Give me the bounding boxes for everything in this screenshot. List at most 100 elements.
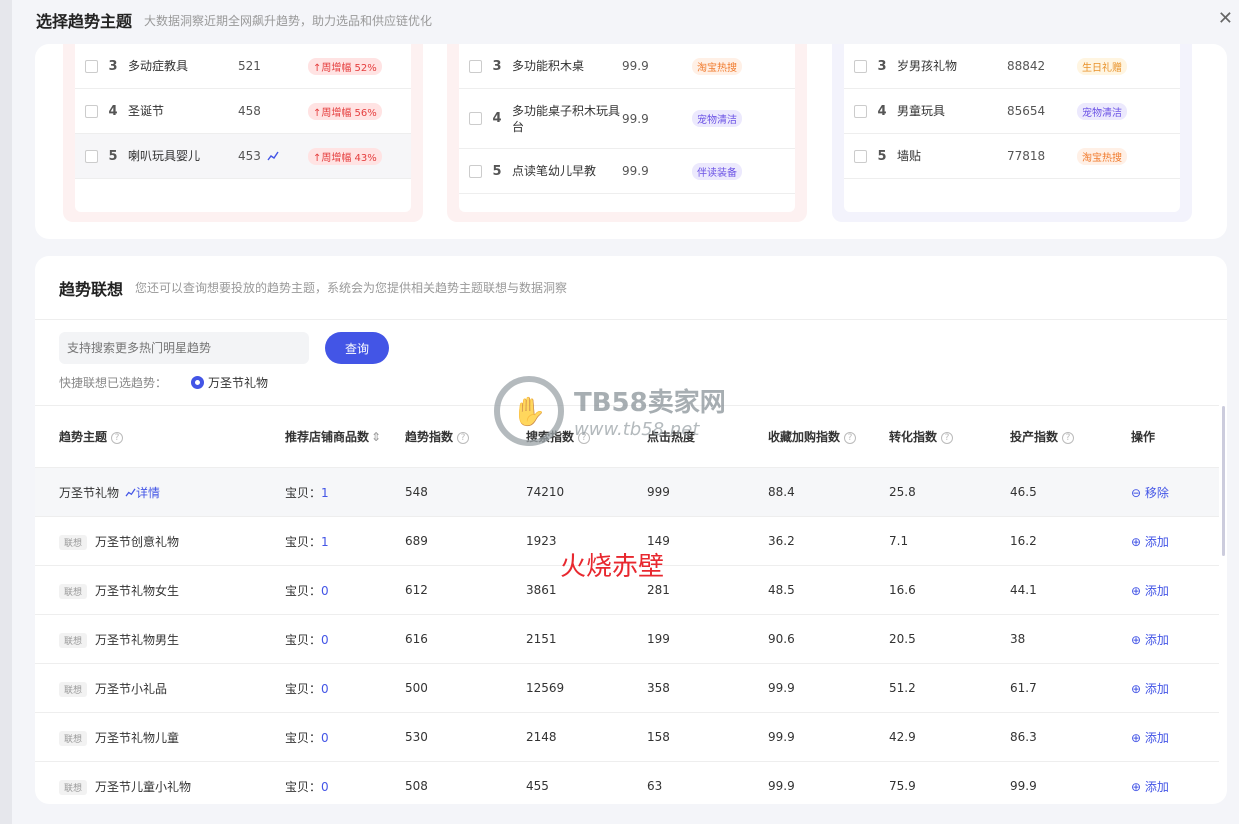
trend-value: 458 bbox=[238, 104, 261, 118]
trend-name: 多动症教具 bbox=[128, 59, 189, 73]
trend-value: 453 bbox=[238, 149, 308, 163]
search-index-cell: 74210 bbox=[526, 467, 647, 517]
add-button[interactable]: ⊕ 添加 bbox=[1131, 663, 1219, 713]
add-button[interactable]: ⊕ 添加 bbox=[1131, 614, 1219, 664]
close-icon[interactable]: ✕ bbox=[1218, 10, 1233, 28]
rank: 5 bbox=[108, 148, 118, 164]
roi-cell: 38 bbox=[1010, 614, 1131, 664]
list-item[interactable]: 5 墙贴 77818 淘宝热搜 bbox=[844, 134, 1180, 179]
list-item[interactable]: 4 男童玩具 85654 宠物清洁 bbox=[844, 89, 1180, 134]
row-checkbox[interactable] bbox=[469, 164, 482, 178]
search-input[interactable] bbox=[59, 332, 309, 364]
select-trend-modal: 选择趋势主题 大数据洞察近期全网飙升趋势，助力选品和供应链优化 ✕ 3 多动症教… bbox=[12, 0, 1239, 824]
items-cell: 宝贝：1 bbox=[285, 516, 405, 566]
search-bar: 查询 bbox=[35, 320, 1227, 364]
trend-name: 多功能桌子积木玩具台 bbox=[512, 103, 621, 134]
help-icon[interactable]: ? bbox=[578, 431, 591, 444]
table-row: 联想 万圣节礼物儿童 宝贝：0 530 2148 158 99.9 42.9 86… bbox=[35, 712, 1219, 762]
detail-link[interactable]: 详情 bbox=[125, 486, 160, 500]
trend-value: 77818 bbox=[1007, 149, 1046, 163]
search-button[interactable]: 查询 bbox=[325, 332, 389, 364]
rank: 5 bbox=[877, 148, 887, 164]
section-title: 趋势联想 bbox=[59, 279, 124, 299]
list-item[interactable]: 5 点读笔幼儿早教 99.9 伴读装备 bbox=[459, 149, 795, 194]
growth-badge: ↑周增幅 56% bbox=[308, 102, 382, 120]
list-item[interactable]: 3 岁男孩礼物 88842 生日礼赠 bbox=[844, 44, 1180, 89]
search-index-cell: 3861 bbox=[526, 565, 647, 615]
scrollbar[interactable] bbox=[1222, 406, 1225, 556]
row-checkbox[interactable] bbox=[854, 59, 867, 73]
trend-theme-cell: 联想 万圣节礼物儿童 bbox=[35, 712, 285, 762]
col-actions: 操作 bbox=[1131, 405, 1219, 468]
trend-chart-icon bbox=[125, 488, 136, 496]
list-item[interactable]: 3 多功能积木桌 99.9 淘宝热搜 bbox=[459, 44, 795, 89]
add-button[interactable]: ⊕ 添加 bbox=[1131, 516, 1219, 566]
help-icon[interactable]: ? bbox=[457, 431, 470, 444]
list-item[interactable]: 4 多功能桌子积木玩具台 99.9 宠物清洁 bbox=[459, 89, 795, 149]
row-checkbox[interactable] bbox=[854, 149, 867, 163]
fav-cart-cell: 90.6 bbox=[768, 614, 889, 664]
conversion-cell: 7.1 bbox=[889, 516, 1010, 566]
sort-icon[interactable]: ⇕ bbox=[371, 430, 381, 444]
category-badge: 宠物清洁 bbox=[692, 110, 742, 127]
col-roi-index: 投产指数? bbox=[1010, 405, 1131, 468]
conversion-cell: 20.5 bbox=[889, 614, 1010, 664]
items-cell: 宝贝：0 bbox=[285, 712, 405, 762]
row-checkbox[interactable] bbox=[469, 112, 482, 125]
trend-value: 85654 bbox=[1007, 104, 1046, 118]
conversion-cell: 25.8 bbox=[889, 467, 1010, 517]
trend-value: 99.9 bbox=[622, 59, 649, 73]
association-badge: 联想 bbox=[59, 730, 88, 746]
table-row: 联想 万圣节礼物男生 宝贝：0 616 2151 199 90.6 20.5 38… bbox=[35, 614, 1219, 664]
trend-value: 521 bbox=[238, 59, 261, 73]
click-heat-cell: 281 bbox=[647, 565, 768, 615]
quick-association: 快捷联想已选趋势： 万圣节礼物 bbox=[35, 364, 1227, 391]
add-button[interactable]: ⊕ 添加 bbox=[1131, 761, 1219, 804]
trend-list-hot: 3 多功能积木桌 99.9 淘宝热搜 4 多功能桌子积木玩具台 99.9 宠物清… bbox=[447, 44, 807, 222]
roi-cell: 86.3 bbox=[1010, 712, 1131, 762]
search-index-cell: 2151 bbox=[526, 614, 647, 664]
help-icon[interactable]: ? bbox=[111, 431, 124, 444]
conversion-cell: 16.6 bbox=[889, 565, 1010, 615]
association-badge: 联想 bbox=[59, 534, 88, 550]
trend-theme-cell: 联想 万圣节儿童小礼物 bbox=[35, 761, 285, 804]
trend-theme-cell: 联想 万圣节礼物女生 bbox=[35, 565, 285, 615]
col-trend-theme: 趋势主题? bbox=[35, 405, 285, 468]
col-fav-cart-index: 收藏加购指数? bbox=[768, 405, 889, 468]
association-badge: 联想 bbox=[59, 632, 88, 648]
list-item[interactable]: 4 圣诞节 458 ↑周增幅 56% bbox=[75, 89, 411, 134]
remove-button[interactable]: ⊖ 移除 bbox=[1131, 467, 1219, 517]
add-button[interactable]: ⊕ 添加 bbox=[1131, 565, 1219, 615]
row-checkbox[interactable] bbox=[85, 104, 98, 118]
help-icon[interactable]: ? bbox=[1062, 431, 1075, 444]
help-icon[interactable]: ? bbox=[844, 431, 857, 444]
trend-chart-icon[interactable] bbox=[267, 151, 279, 161]
table-row: 联想 万圣节创意礼物 宝贝：1 689 1923 149 36.2 7.1 16.… bbox=[35, 516, 1219, 566]
category-badge: 宠物清洁 bbox=[1077, 102, 1127, 120]
row-checkbox[interactable] bbox=[85, 59, 98, 73]
fav-cart-cell: 88.4 bbox=[768, 467, 889, 517]
rank: 4 bbox=[492, 111, 502, 126]
growth-badge: ↑周增幅 52% bbox=[308, 57, 382, 75]
col-recommended-items[interactable]: 推荐店铺商品数 ⇕ bbox=[285, 405, 405, 468]
add-button[interactable]: ⊕ 添加 bbox=[1131, 712, 1219, 762]
quick-selected-option[interactable]: 万圣节礼物 bbox=[191, 374, 268, 391]
list-item[interactable]: 5 喇叭玩具婴儿 453 ↑周增幅 43% bbox=[75, 134, 411, 179]
trend-theme-cell: 联想 万圣节礼物男生 bbox=[35, 614, 285, 664]
trend-list-growth: 3 多动症教具 521 ↑周增幅 52% 4 圣诞节 458 ↑周增幅 56% … bbox=[63, 44, 423, 222]
col-click-heat: 点击热度 bbox=[647, 405, 768, 468]
row-checkbox[interactable] bbox=[469, 59, 482, 73]
row-checkbox[interactable] bbox=[854, 104, 867, 118]
trend-index-cell: 530 bbox=[405, 712, 526, 762]
items-cell: 宝贝：0 bbox=[285, 565, 405, 615]
trend-theme-cell: 联想 万圣节创意礼物 bbox=[35, 516, 285, 566]
trend-index-cell: 612 bbox=[405, 565, 526, 615]
help-icon[interactable]: ? bbox=[941, 431, 954, 444]
click-heat-cell: 63 bbox=[647, 761, 768, 804]
trend-index-cell: 548 bbox=[405, 467, 526, 517]
row-checkbox[interactable] bbox=[85, 149, 98, 163]
section-subtitle: 您还可以查询想要投放的趋势主题，系统会为您提供相关趋势主题联想与数据洞察 bbox=[135, 281, 568, 295]
trend-name: 点读笔幼儿早教 bbox=[512, 164, 597, 178]
list-item[interactable]: 3 多动症教具 521 ↑周增幅 52% bbox=[75, 44, 411, 89]
radio-button[interactable] bbox=[191, 376, 205, 389]
